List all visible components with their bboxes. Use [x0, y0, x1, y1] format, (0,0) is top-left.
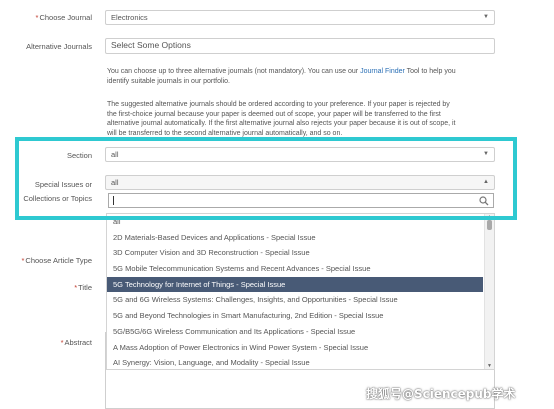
alternative-journals-order-help: The suggested alternative journals shoul…	[107, 101, 456, 137]
special-issues-label: Special Issues or Collections or Topics	[23, 180, 92, 203]
scrollbar-thumb[interactable]	[487, 220, 492, 230]
title-label: *Title	[74, 283, 92, 292]
chevron-up-icon: ▲	[483, 179, 489, 185]
abstract-label: *Abstract	[60, 338, 92, 347]
section-select[interactable]: all ▼	[105, 147, 495, 162]
chevron-down-icon: ▼	[483, 151, 489, 157]
dropdown-option[interactable]: all	[107, 214, 483, 230]
dropdown-options: all 2D Materials-Based Devices and Applic…	[107, 214, 494, 369]
section-label: Section	[66, 151, 92, 160]
search-icon	[479, 196, 489, 206]
article-type-label: *Choose Article Type	[21, 256, 93, 265]
dropdown-option[interactable]: 2D Materials-Based Devices and Applicati…	[107, 230, 483, 246]
dropdown-option[interactable]: 5G/B5G/6G Wireless Communication and Its…	[107, 324, 483, 340]
scroll-down-icon[interactable]: ▼	[487, 363, 492, 369]
alternative-journals-label: Alternative Journals	[26, 42, 92, 51]
special-issues-select[interactable]: all ▲	[105, 175, 495, 190]
dropdown-option[interactable]: 5G and 6G Wireless Systems: Challenges, …	[107, 292, 483, 308]
journal-finder-link[interactable]: Journal Finder	[360, 68, 405, 75]
choose-journal-label: *Choose Journal	[35, 13, 92, 22]
special-issues-search-input[interactable]	[108, 193, 494, 208]
chevron-down-icon: ▼	[483, 14, 489, 20]
special-issues-dropdown-list[interactable]: all 2D Materials-Based Devices and Applic…	[106, 213, 495, 370]
dropdown-option[interactable]: A Mass Adoption of Power Electronics in …	[107, 340, 483, 356]
choose-journal-select[interactable]: Electronics ▼	[105, 10, 495, 25]
watermark: 搜狐号@Sciencepub学术	[366, 387, 516, 401]
dropdown-option[interactable]: 5G Mobile Telecommunication Systems and …	[107, 261, 483, 277]
text-caret	[113, 196, 114, 205]
dropdown-option[interactable]: 3D Computer Vision and 3D Reconstruction…	[107, 245, 483, 261]
dropdown-scrollbar[interactable]: ▲ ▼	[484, 214, 494, 369]
alternative-journals-help: You can choose up to three alternative j…	[107, 68, 456, 85]
dropdown-option[interactable]: AI Synergy: Vision, Language, and Modali…	[107, 355, 483, 369]
dropdown-option-selected[interactable]: 5G Technology for Internet of Things - S…	[107, 276, 483, 293]
alternative-journals-input[interactable]: Select Some Options	[105, 38, 495, 54]
dropdown-option[interactable]: 5G and Beyond Technologies in Smart Manu…	[107, 308, 483, 324]
